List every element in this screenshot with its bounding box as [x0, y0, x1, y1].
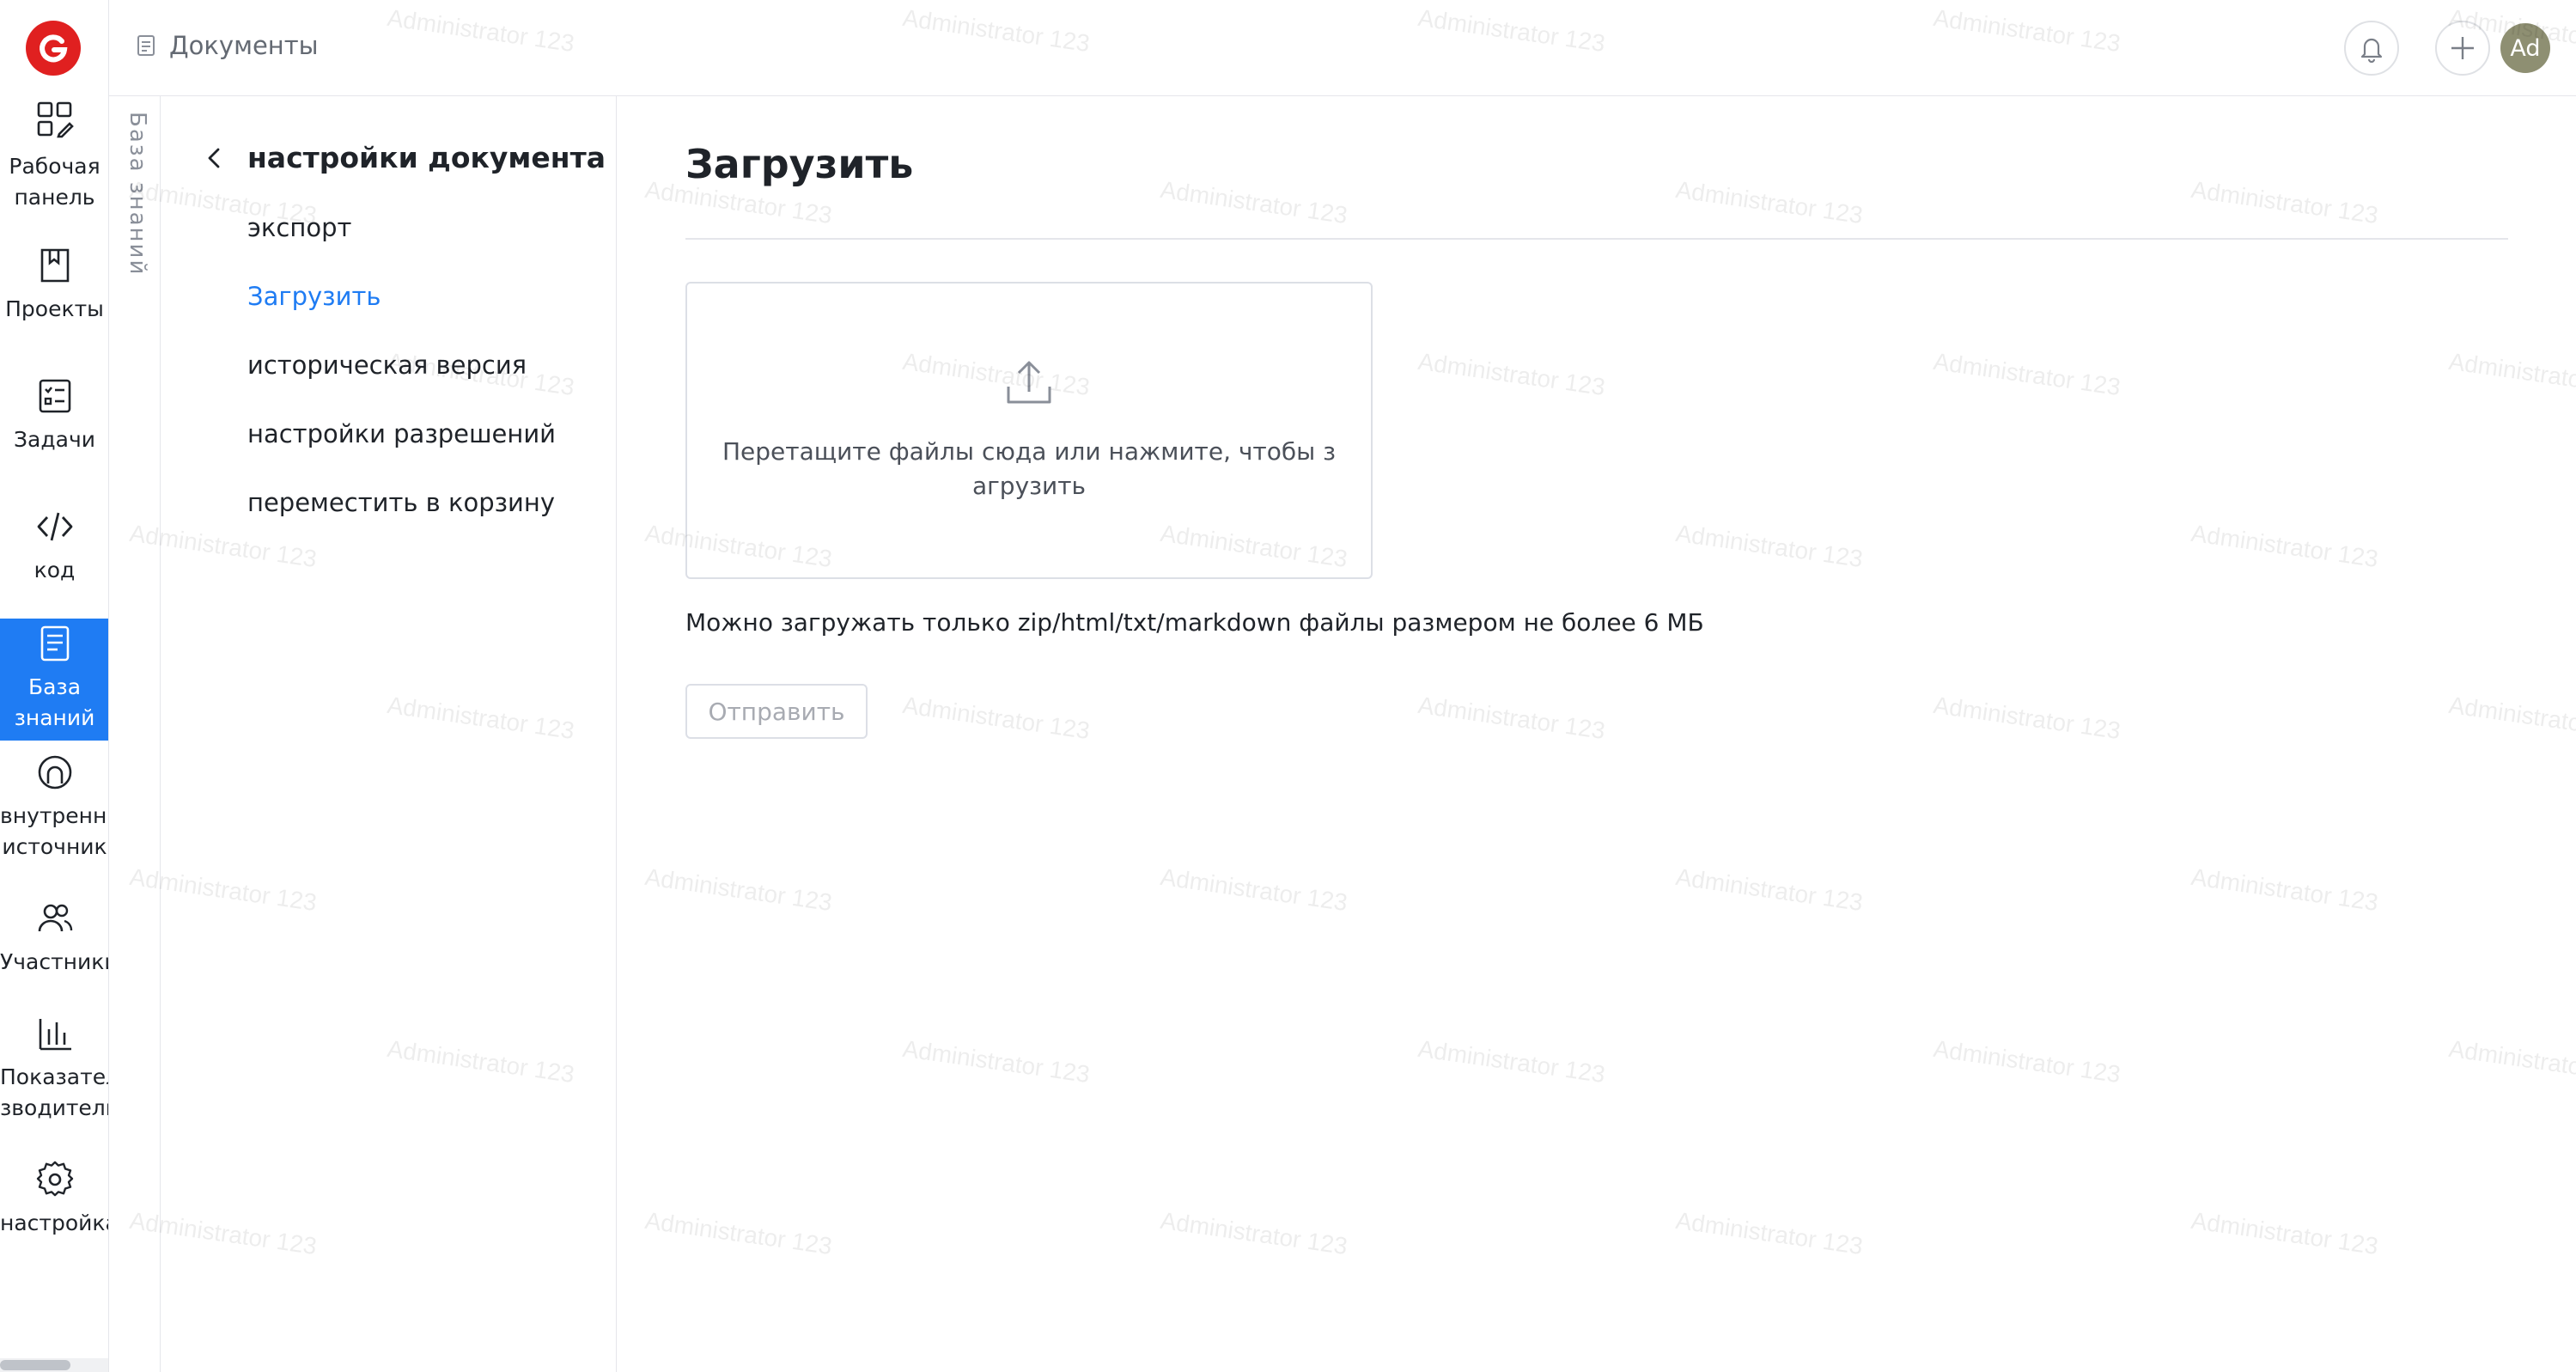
collapsed-panel-label: База знаний	[125, 112, 150, 277]
page-title: Загрузить	[685, 141, 914, 187]
rail-item-tasks[interactable]: Задачи	[0, 376, 108, 471]
settings-item-export[interactable]: экспорт	[247, 213, 351, 242]
settings-item-permissions[interactable]: настройки разрешений	[247, 419, 556, 448]
rail-label-line1: Показател	[0, 1064, 109, 1089]
plus-icon	[2451, 37, 2474, 59]
dropzone-text: Перетащите файлы сюда или нажмите, чтобы…	[722, 437, 1337, 500]
users-icon	[38, 904, 72, 932]
rail-item-code[interactable]: код	[0, 507, 108, 601]
rail-label-line1: внутренни	[0, 803, 109, 828]
rail-item-members[interactable]: Участники	[0, 899, 109, 993]
rail-item-knowledge-base[interactable]: База знаний	[0, 619, 108, 741]
document-small-icon	[137, 35, 155, 56]
back-chevron-icon[interactable]	[203, 145, 227, 171]
app-root: Рабочая панель Проекты Задачи код База з…	[0, 0, 2576, 1372]
rail-scrollbar-thumb[interactable]	[0, 1360, 70, 1370]
rail-label-line2: источник	[2, 834, 107, 859]
settings-item-trash[interactable]: переместить в корзину	[247, 488, 555, 517]
code-icon	[37, 512, 72, 541]
nav-rail: Рабочая панель Проекты Задачи код База з…	[0, 0, 109, 1372]
rail-label-line2: знаний	[14, 705, 95, 730]
settings-item-upload[interactable]: Загрузить	[247, 282, 381, 311]
user-avatar[interactable]: Ad	[2500, 23, 2550, 73]
settings-header: настройки документа	[203, 141, 606, 174]
rail-item-settings[interactable]: настройка	[0, 1160, 109, 1254]
book-icon	[40, 248, 69, 283]
app-logo[interactable]	[26, 21, 81, 76]
document-settings-panel: настройки документа экспорт Загрузить ис…	[161, 96, 617, 1372]
rail-label: код	[33, 558, 76, 582]
breadcrumb[interactable]: Документы	[135, 31, 319, 60]
logo-g-icon	[40, 34, 68, 63]
settings-title: настройки документа	[247, 141, 606, 174]
breadcrumb-label: Документы	[169, 31, 319, 60]
settings-item-history[interactable]: историческая версия	[247, 351, 527, 380]
rail-label: Участники	[0, 949, 109, 974]
top-header: Документы Ad	[109, 0, 2576, 96]
rail-label-line1: База	[27, 674, 82, 699]
rail-label: настройка	[0, 1210, 109, 1235]
rail-item-internal-source[interactable]: внутренни источник	[0, 753, 109, 875]
rail-label-line1: Рабочая	[9, 154, 100, 179]
gear-icon	[36, 1161, 73, 1197]
rail-item-projects[interactable]: Проекты	[0, 246, 108, 340]
rail-label: Задачи	[14, 427, 95, 452]
create-button[interactable]	[2435, 21, 2490, 76]
upload-page: Загрузить Перетащите файлы сюда или нажм…	[617, 96, 2576, 1372]
file-dropzone[interactable]: Перетащите файлы сюда или нажмите, чтобы…	[685, 282, 1373, 579]
rail-scrollbar[interactable]	[0, 1358, 108, 1372]
rail-label: Проекты	[5, 296, 104, 321]
upload-icon	[1007, 361, 1051, 404]
dashboard-icon	[37, 101, 74, 138]
upload-hint: Можно загружать только zip/html/txt/mark…	[685, 608, 1704, 637]
internal-source-icon	[38, 755, 71, 790]
rail-item-metrics[interactable]: Показател зводитель	[0, 1014, 109, 1136]
submit-button[interactable]: Отправить	[685, 684, 868, 739]
bell-icon	[2360, 38, 2383, 63]
document-icon	[40, 625, 69, 662]
rail-item-dashboard[interactable]: Рабочая панель	[0, 100, 108, 220]
checklist-icon	[39, 379, 70, 413]
bar-chart-icon	[39, 1019, 71, 1051]
rail-label-line2: панель	[14, 185, 95, 210]
rail-label-line2: зводитель	[0, 1095, 109, 1120]
title-divider	[685, 238, 2508, 240]
collapsed-panel-strip[interactable]: База знаний	[109, 96, 161, 1372]
notifications-button[interactable]	[2344, 21, 2399, 76]
